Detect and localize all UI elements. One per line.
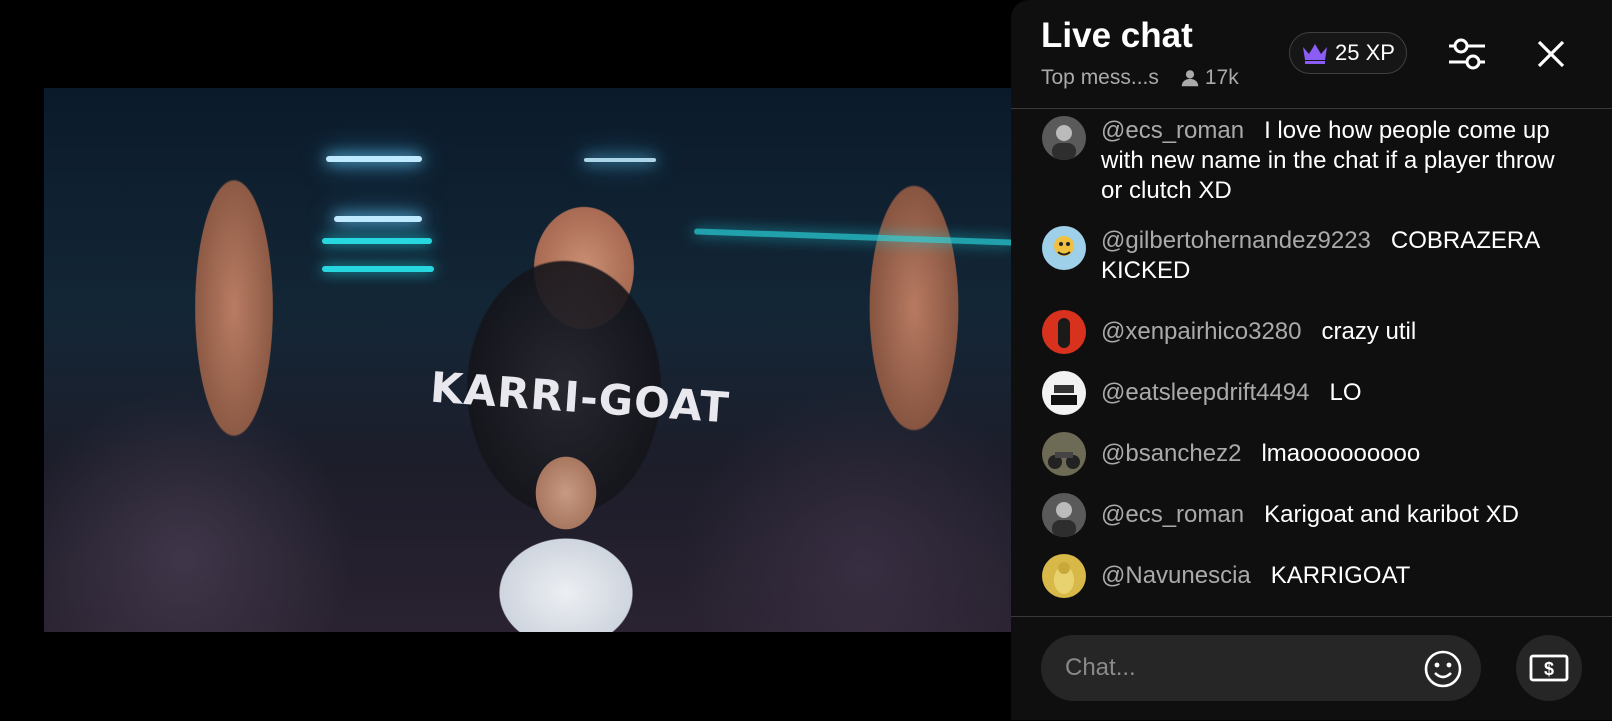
message-author[interactable]: @xenpairhico3280 xyxy=(1101,318,1302,345)
xp-label: 25 XP xyxy=(1335,40,1395,65)
chat-message: @xenpairhico3280 crazy util xyxy=(1042,310,1581,354)
shirt-text: KARRI-GOAT xyxy=(428,362,732,433)
chat-message: @gilbertohernandez9223 COBRAZERA KICKED xyxy=(1042,226,1581,286)
avatar[interactable] xyxy=(1042,554,1086,598)
neon-light xyxy=(326,156,422,162)
avatar[interactable] xyxy=(1042,493,1086,537)
chat-settings-button[interactable] xyxy=(1445,34,1489,74)
message-author[interactable]: @Navunescia xyxy=(1101,562,1251,589)
message-author[interactable]: @ecs_roman xyxy=(1101,117,1244,144)
person-icon xyxy=(1181,70,1199,87)
message-text: KARRIGOAT xyxy=(1270,562,1411,589)
dollar-bill-icon: $ xyxy=(1529,654,1569,682)
sliders-icon xyxy=(1449,38,1485,70)
message-author[interactable]: @eatsleepdrift4494 xyxy=(1101,379,1310,406)
avatar[interactable] xyxy=(1042,116,1086,160)
message-text: crazy util xyxy=(1321,318,1417,345)
chat-header: Live chat Top mess...s 17k 25 XP xyxy=(1011,0,1612,109)
message-text: Karigoat and karibot XD xyxy=(1264,501,1519,528)
xp-badge-button[interactable]: 25 XP xyxy=(1289,32,1407,74)
chat-input[interactable] xyxy=(1041,635,1481,701)
message-text: LO xyxy=(1329,379,1362,406)
neon-light xyxy=(584,158,656,162)
chat-message: @Navunescia KARRIGOAT xyxy=(1042,554,1581,598)
shirt-print-image xyxy=(456,443,676,632)
avatar[interactable] xyxy=(1042,432,1086,476)
svg-text:$: $ xyxy=(1544,659,1554,679)
avatar[interactable] xyxy=(1042,310,1086,354)
message-author[interactable]: @ecs_roman xyxy=(1101,501,1244,528)
viewer-count-value: 17k xyxy=(1204,66,1239,89)
emoji-button[interactable] xyxy=(1423,649,1463,689)
live-chat-panel: Live chat Top mess...s 17k 25 XP @ecs_ro… xyxy=(1011,0,1612,720)
close-chat-button[interactable] xyxy=(1533,36,1569,72)
avatar[interactable] xyxy=(1042,371,1086,415)
avatar[interactable] xyxy=(1042,226,1086,270)
super-chat-button[interactable]: $ xyxy=(1516,635,1582,701)
video-player[interactable]: KARRI-GOAT xyxy=(44,88,1014,632)
chat-title: Live chat xyxy=(1041,16,1193,55)
neon-light xyxy=(322,266,434,272)
message-text: lmaooooooooo xyxy=(1261,440,1421,467)
chat-message: @ecs_roman Karigoat and karibot XD xyxy=(1042,493,1581,537)
message-author[interactable]: @bsanchez2 xyxy=(1101,440,1241,467)
crown-icon xyxy=(1303,44,1328,64)
chat-footer: $ xyxy=(1011,616,1612,721)
chat-message: @ecs_roman I love how people come up with… xyxy=(1042,116,1581,206)
neon-light xyxy=(322,238,432,244)
chat-mode-selector[interactable]: Top mess...s 17k xyxy=(1041,66,1239,90)
viewer-count: 17k xyxy=(1179,66,1239,90)
message-author[interactable]: @gilbertohernandez9223 xyxy=(1101,227,1371,254)
neon-light xyxy=(693,228,1014,246)
neon-light xyxy=(334,216,422,222)
emoji-icon xyxy=(1424,650,1462,688)
chat-message: @bsanchez2 lmaooooooooo xyxy=(1042,432,1581,476)
chat-mode-label: Top mess...s xyxy=(1041,66,1159,89)
close-icon xyxy=(1537,40,1565,68)
chat-message: @eatsleepdrift4494 LO xyxy=(1042,371,1581,415)
